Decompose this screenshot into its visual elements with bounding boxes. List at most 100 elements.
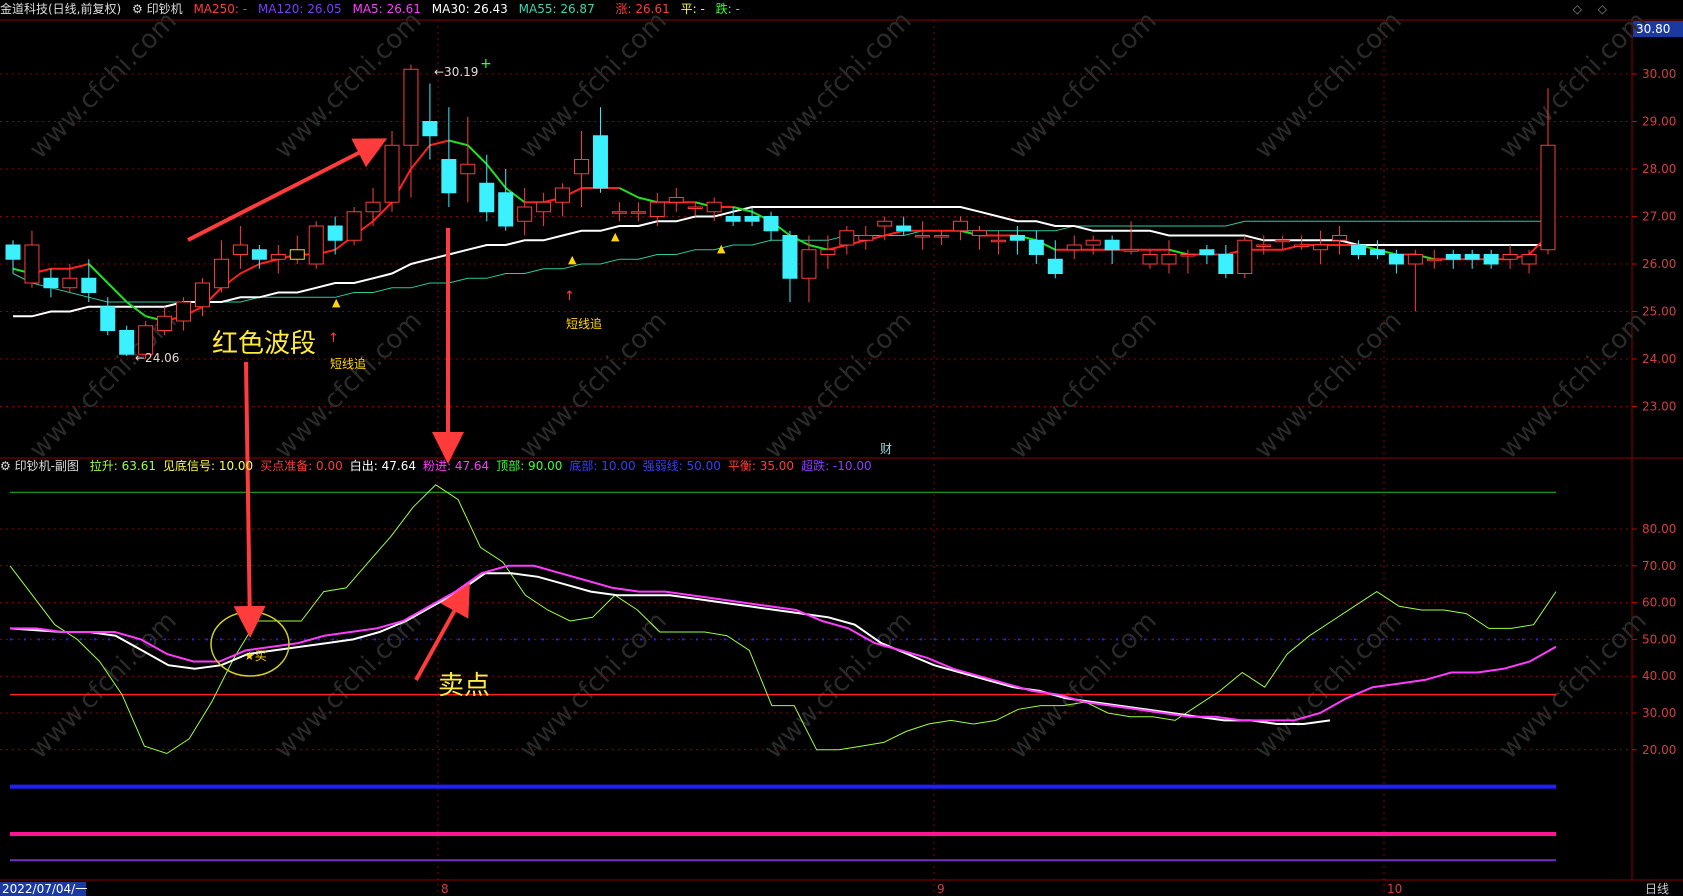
watermark: www.cfchi.com bbox=[759, 6, 918, 165]
ma5-segment bbox=[410, 144, 431, 170]
ma30-line bbox=[13, 206, 1548, 318]
buy-label: ★买 bbox=[244, 649, 267, 663]
candle-body bbox=[1009, 235, 1025, 241]
candle-body bbox=[479, 182, 495, 213]
low-label: ←24.06 bbox=[135, 351, 179, 365]
sub-tick-label: 40.00 bbox=[1642, 669, 1676, 683]
candle-body bbox=[1085, 239, 1101, 246]
ma5-segment bbox=[638, 196, 658, 204]
candle-body bbox=[346, 211, 362, 241]
candle-body bbox=[1388, 254, 1404, 265]
sub-item-7: 强弱线: 50.00 bbox=[642, 459, 721, 473]
candle-body bbox=[157, 315, 173, 331]
candle-body bbox=[1350, 244, 1366, 255]
sub-item-9: 超跌: -10.00 bbox=[801, 459, 872, 473]
sell-arrow bbox=[414, 583, 470, 681]
candle-body bbox=[365, 201, 381, 213]
price-tick-label: 27.00 bbox=[1642, 210, 1676, 224]
candle-body bbox=[896, 225, 912, 232]
ma5-segment bbox=[1168, 248, 1189, 256]
sub-tick-label: 20.00 bbox=[1642, 743, 1676, 757]
candle-body bbox=[1066, 244, 1082, 251]
sub-tick-label: 70.00 bbox=[1642, 559, 1676, 573]
sub-item-2: 买点准备: 0.00 bbox=[260, 459, 343, 473]
indicator-name[interactable]: ⚙ 印钞机 bbox=[132, 2, 183, 16]
buy-triangle: ▲ bbox=[717, 242, 726, 255]
month-label: 9 bbox=[937, 882, 945, 896]
candle-body bbox=[839, 230, 855, 246]
ma5-segment bbox=[827, 244, 848, 251]
sub-title[interactable]: ⚙ 印钞机-副图 bbox=[0, 459, 79, 473]
ma55-line bbox=[12, 220, 1548, 303]
security-name[interactable]: 金道科技(日线,前复权) bbox=[0, 2, 121, 16]
watermark: www.cfchi.com bbox=[1004, 6, 1163, 165]
candle-body bbox=[706, 201, 722, 213]
stock-chart[interactable]: 30.00 29.00 28.00 27.00 26.00 25.00 24.00 23.00… bbox=[0, 0, 1683, 896]
sub-item-5: 顶部: 90.00 bbox=[496, 459, 563, 473]
watermark: www.cfchi.com bbox=[269, 606, 428, 765]
candle-body bbox=[289, 249, 305, 260]
candle-body bbox=[308, 225, 324, 265]
candle-body bbox=[1047, 258, 1063, 274]
candle-body bbox=[592, 135, 608, 189]
up-arrow-1: ↑ bbox=[328, 331, 339, 346]
duanxian-label-2: 短线追 bbox=[566, 316, 602, 331]
candle-body bbox=[1464, 254, 1480, 260]
candle-body bbox=[1161, 254, 1177, 265]
sub-tick-label: 60.00 bbox=[1642, 596, 1676, 610]
sub-header: ⚙ 印钞机-副图 拉升: 63.61 见底信号: 10.00 买点准备: 0.00 白… bbox=[0, 457, 879, 475]
sub-item-0: 拉升: 63.61 bbox=[89, 459, 156, 473]
price-tick-label: 26.00 bbox=[1642, 257, 1676, 271]
plus-marker: + bbox=[480, 56, 492, 72]
candle-body bbox=[270, 254, 286, 260]
annot-sell: 卖点 bbox=[438, 671, 490, 701]
candle-body bbox=[1407, 254, 1423, 265]
candle-body bbox=[403, 68, 419, 146]
watermark: www.cfchi.com bbox=[1004, 306, 1163, 465]
month-label: 8 bbox=[441, 882, 449, 896]
candle-body bbox=[498, 192, 514, 227]
candle-body bbox=[687, 206, 703, 209]
candle-body bbox=[1483, 254, 1499, 265]
candle-body bbox=[1313, 244, 1329, 251]
annot-red-segment: 红色波段 bbox=[212, 329, 316, 359]
candle-body bbox=[441, 159, 457, 194]
candle-body bbox=[555, 187, 571, 203]
sub-item-6: 底部: 10.00 bbox=[569, 459, 636, 473]
period-label: 日线 bbox=[1645, 882, 1669, 896]
candle-body bbox=[460, 163, 476, 175]
main-header: 金道科技(日线,前复权) ⚙ 印钞机 MA250: - MA120: 26.05… bbox=[0, 0, 747, 18]
sub-tick-label: 30.00 bbox=[1642, 706, 1676, 720]
candle-body bbox=[1123, 249, 1139, 252]
candle-body bbox=[820, 249, 836, 255]
ma120-value: MA120: 26.05 bbox=[257, 2, 342, 16]
candle-body bbox=[232, 244, 248, 255]
sub-tick-label: 80.00 bbox=[1642, 522, 1676, 536]
candle-body bbox=[971, 230, 987, 236]
candle-body bbox=[1180, 254, 1196, 257]
ma5-segment bbox=[239, 263, 260, 275]
buy-triangle: ▲ bbox=[611, 230, 620, 243]
candle-body bbox=[649, 201, 665, 217]
zhang-value: 涨: 26.61 bbox=[615, 2, 670, 16]
ma5-segment bbox=[126, 301, 147, 318]
sub-tick-label: 50.00 bbox=[1642, 632, 1676, 646]
price-tick-label: 23.00 bbox=[1642, 400, 1676, 414]
high-label: ←30.19 bbox=[434, 65, 478, 79]
ma30-value: MA30: 26.43 bbox=[431, 2, 508, 16]
sub-item-4: 粉进: 47.64 bbox=[422, 459, 490, 473]
candle-body bbox=[877, 220, 893, 227]
candle-body bbox=[934, 235, 950, 238]
candle-body bbox=[1199, 249, 1215, 255]
window-controls[interactable]: ◇ ◇ bbox=[1573, 2, 1613, 16]
watermark: www.cfchi.com bbox=[1494, 306, 1653, 465]
buy-triangle: ▲ bbox=[332, 296, 341, 309]
candle-body bbox=[24, 244, 40, 284]
ma5-segment bbox=[808, 244, 829, 251]
candle-body bbox=[176, 301, 192, 322]
ma5-segment bbox=[69, 263, 90, 270]
month-label: 10 bbox=[1387, 882, 1402, 896]
candle-body bbox=[801, 249, 817, 279]
price-tick-label: 25.00 bbox=[1642, 305, 1676, 319]
candle-body bbox=[5, 244, 21, 260]
